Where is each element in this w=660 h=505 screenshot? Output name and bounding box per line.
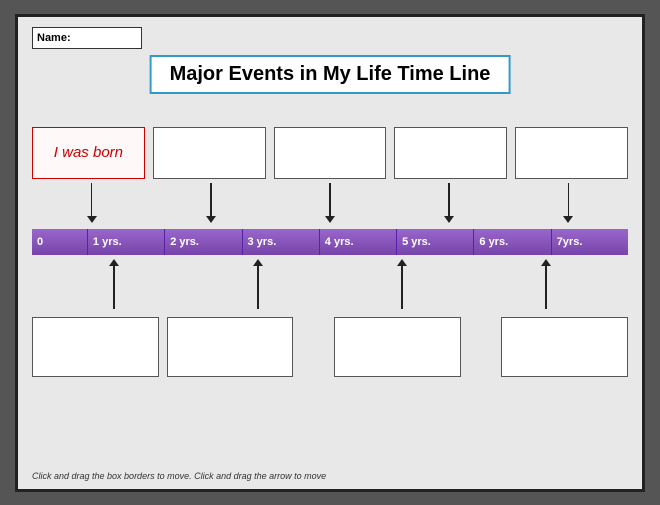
top-arrows [32,179,628,227]
bottom-arrow-3 [330,255,474,315]
top-arrow-5 [509,179,628,227]
bottom-arrows [32,255,628,315]
title-box: Major Events in My Life Time Line [150,55,511,94]
timeline-seg-4: 4 yrs. [320,229,397,255]
name-label: Name: [37,32,71,44]
timeline-seg-6: 6 yrs. [474,229,551,255]
timeline-seg-1: 1 yrs. [88,229,165,255]
timeline-seg-7: 7yrs. [552,229,628,255]
timeline-bar: 0 1 yrs. 2 yrs. 3 yrs. 4 yrs. 5 yrs. 6 y… [32,229,628,255]
top-arrow-2 [151,179,270,227]
top-event-box-5 [515,127,628,179]
top-event-box-2 [153,127,266,179]
spacer2 [469,317,494,377]
bottom-event-boxes [32,317,628,377]
timeline-seg-0: 0 [32,229,88,255]
bottom-arrow-4 [474,255,618,315]
spacer [301,317,326,377]
top-event-box-4 [394,127,507,179]
page-title: Major Events in My Life Time Line [170,63,491,85]
bottom-arrow-2 [186,255,330,315]
top-event-box-3 [274,127,387,179]
bottom-event-box-4 [501,317,628,377]
born-box: I was born [32,127,145,179]
bottom-event-box-2 [167,317,294,377]
timeline-seg-3: 3 yrs. [243,229,320,255]
top-arrow-1 [32,179,151,227]
footer-note: Click and drag the box borders to move. … [32,471,326,481]
timeline-seg-5: 5 yrs. [397,229,474,255]
bottom-event-box-3 [334,317,461,377]
top-event-boxes: I was born [32,127,628,179]
bottom-arrow-1 [42,255,186,315]
worksheet-page: Name: Major Events in My Life Time Line … [15,14,645,492]
bottom-event-box-1 [32,317,159,377]
timeline-seg-2: 2 yrs. [165,229,242,255]
top-arrow-4 [390,179,509,227]
born-text: I was born [54,144,123,161]
top-arrow-3 [270,179,389,227]
name-field[interactable]: Name: [32,27,142,49]
